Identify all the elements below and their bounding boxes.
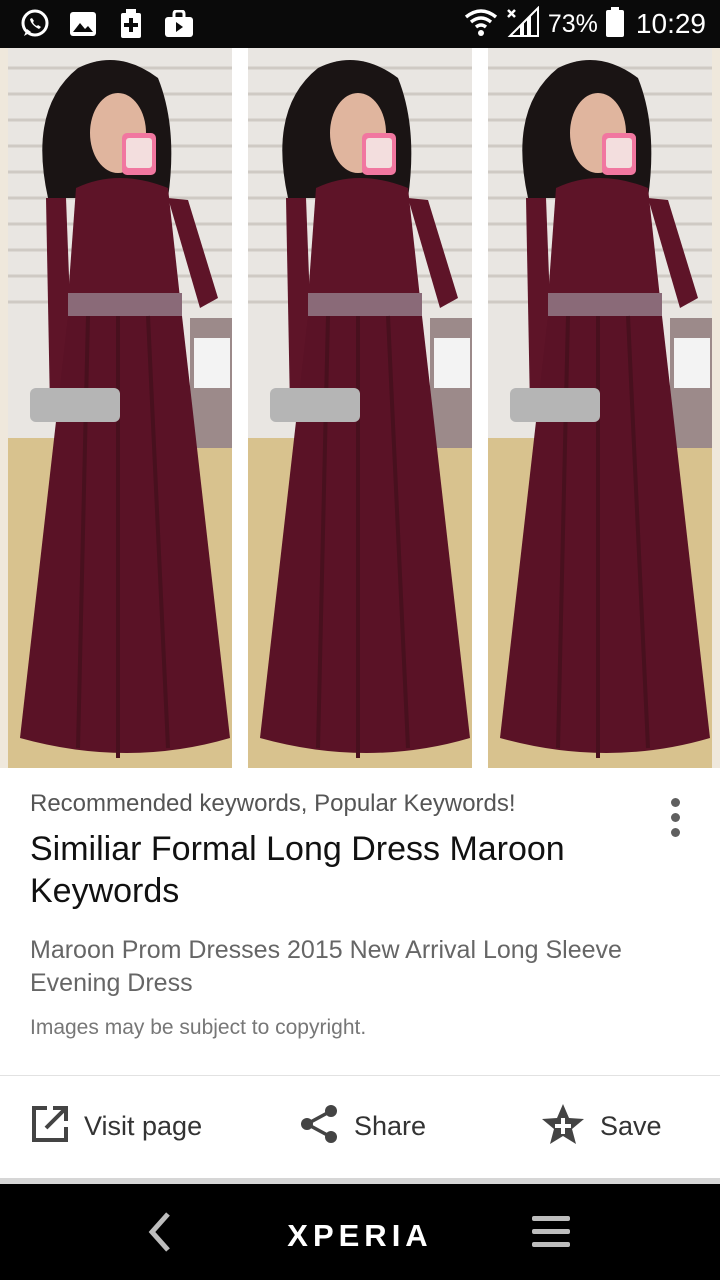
signal-no-data-icon: [506, 5, 540, 43]
share-label: Share: [354, 1110, 427, 1141]
share-icon: [298, 1103, 340, 1150]
result-info-card: Recommended keywords, Popular Keywords! …: [0, 768, 720, 1178]
image-gap: [232, 48, 248, 768]
menu-icon[interactable]: [532, 1216, 570, 1250]
dress-photo-tile: [488, 48, 712, 768]
navigation-bar: XPERIA: [0, 1184, 720, 1280]
clock: 10:29: [635, 8, 706, 39]
share-button[interactable]: Share: [298, 1098, 426, 1154]
brand-logo: XPERIA: [287, 1218, 433, 1253]
divider: [0, 1075, 720, 1076]
open-external-icon: [30, 1104, 70, 1149]
visit-page-button[interactable]: Visit page: [30, 1098, 202, 1154]
copyright-notice: Images may be subject to copyright.: [30, 1016, 367, 1039]
dress-photo-tile: [8, 48, 232, 768]
visit-page-label: Visit page: [84, 1110, 203, 1141]
result-description: Maroon Prom Dresses 2015 New Arrival Lon…: [30, 936, 622, 997]
battery-icon: [605, 6, 624, 42]
whatsapp-icon: [18, 8, 52, 40]
dress-photo-tile: [248, 48, 472, 768]
health-plus-icon: [114, 8, 148, 40]
more-options-icon[interactable]: [668, 798, 682, 842]
wifi-icon: [464, 8, 498, 41]
star-plus-icon: [540, 1102, 586, 1151]
shopping-bag-icon: [162, 8, 196, 40]
status-bar: 73% 10:29: [0, 0, 720, 48]
source-site[interactable]: Recommended keywords, Popular Keywords!: [30, 790, 516, 818]
result-title[interactable]: Similiar Formal Long Dress Maroon Keywor…: [30, 828, 630, 912]
result-image[interactable]: [0, 48, 720, 768]
save-label: Save: [600, 1110, 662, 1141]
gallery-icon: [66, 8, 100, 40]
battery-percent: 73%: [547, 9, 598, 38]
save-button[interactable]: Save: [540, 1098, 662, 1154]
image-gap: [472, 48, 488, 768]
